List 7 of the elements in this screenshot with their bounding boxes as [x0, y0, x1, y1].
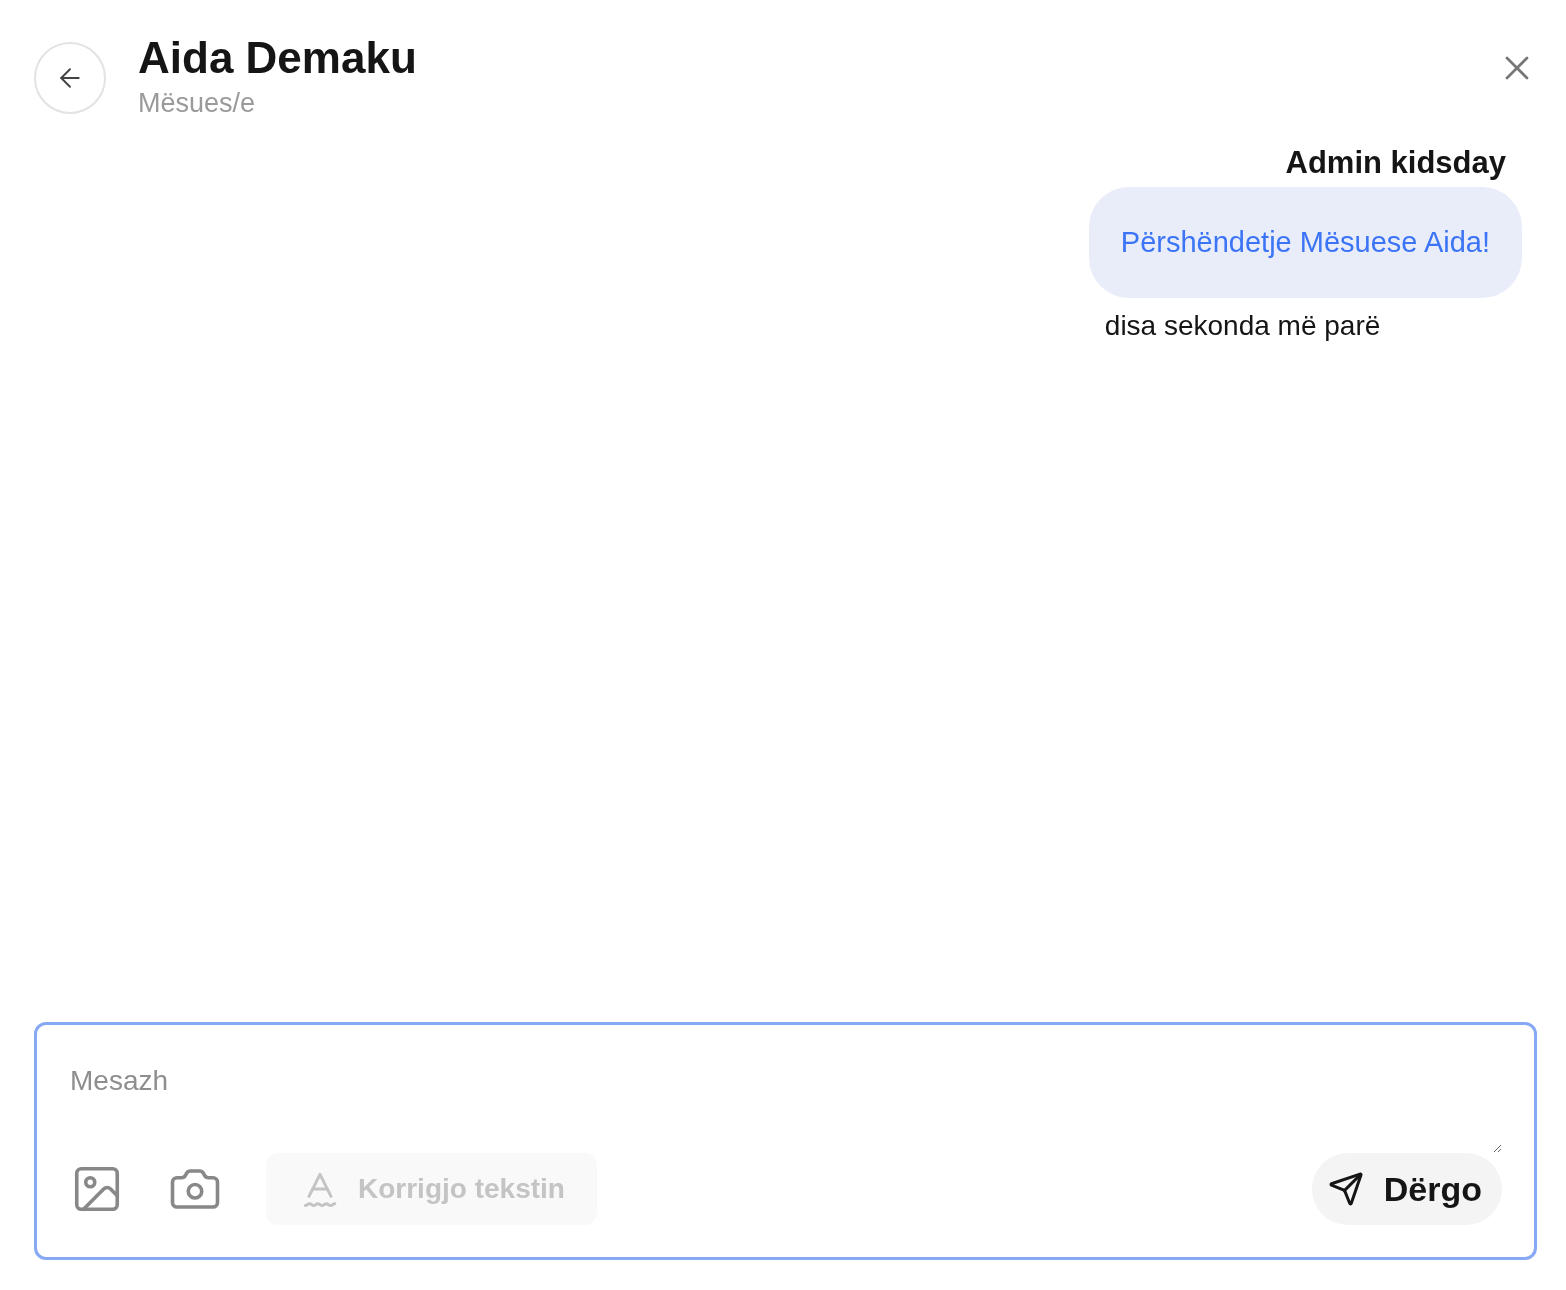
paper-plane-icon — [1327, 1171, 1364, 1207]
contact-name: Aida Demaku — [138, 34, 418, 83]
message-bubble: Përshëndetje Mësuese Aida! — [1088, 187, 1522, 299]
message-time: disa sekonda më parë — [1104, 310, 1381, 343]
send-button[interactable]: Dërgo — [1311, 1153, 1502, 1225]
contact-role: Mësues/e — [138, 88, 257, 120]
sender-name: Admin kidsday — [1285, 145, 1506, 182]
